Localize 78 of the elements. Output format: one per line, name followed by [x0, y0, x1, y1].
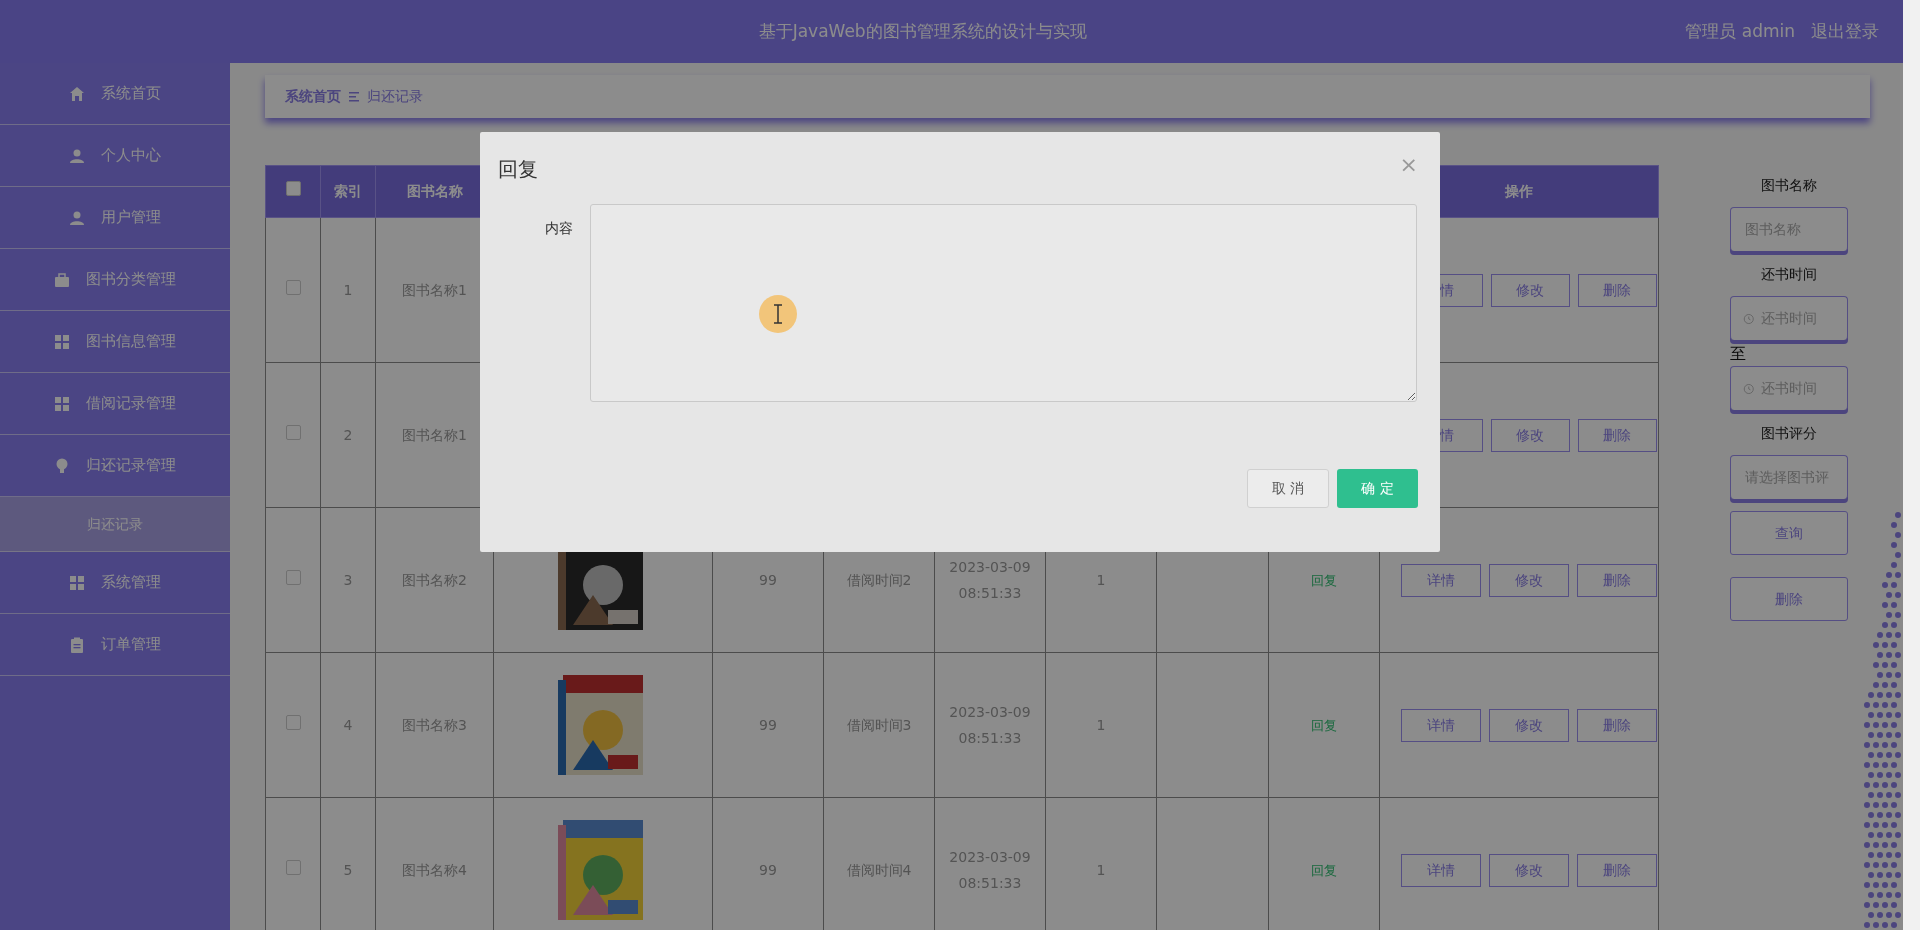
logout-link[interactable]: 退出登录: [1811, 18, 1879, 45]
sidebar-item[interactable]: 用户管理: [0, 187, 230, 249]
details-button[interactable]: 详情: [1401, 708, 1481, 742]
home-icon: [69, 85, 85, 102]
sidebar-item[interactable]: 个人中心: [0, 125, 230, 187]
table-cell-text: 2023-03-09 08:51:33: [948, 848, 1032, 893]
sidebar-item[interactable]: 系统管理: [0, 552, 230, 614]
clock-icon: [1743, 381, 1755, 396]
dialog-title: 回复: [498, 156, 538, 183]
table-cell: 99: [759, 716, 777, 733]
person-icon: [69, 147, 85, 164]
table-cell: 1: [1096, 716, 1106, 733]
grid-icon: [54, 333, 70, 350]
breadcrumb-item: 归还记录: [367, 87, 423, 106]
table-cell: 99: [759, 571, 777, 588]
column-header: 索引: [334, 183, 362, 199]
row-checkbox[interactable]: [285, 279, 301, 295]
field-label: 内容: [545, 219, 574, 238]
column-header: 图书名称: [406, 183, 463, 199]
user-label: 管理员 admin: [1685, 19, 1795, 43]
table-cell: 99: [759, 861, 777, 878]
edit-button[interactable]: 修改: [1490, 418, 1570, 452]
table-cell: 3: [343, 571, 353, 588]
table-cell: 1: [343, 281, 353, 298]
sidebar-item[interactable]: 图书信息管理: [0, 311, 230, 373]
reply-link[interactable]: 回复: [1311, 862, 1337, 878]
delete-button[interactable]: 删除: [1577, 418, 1657, 452]
lightbulb-icon: [54, 457, 70, 474]
sidebar-item[interactable]: 订单管理: [0, 614, 230, 676]
select-all-checkbox[interactable]: [285, 181, 301, 196]
reply-link[interactable]: 回复: [1311, 717, 1337, 733]
cursor-icon: [758, 294, 798, 334]
confirm-button[interactable]: 确 定: [1337, 469, 1418, 508]
delete-button[interactable]: 删除: [1577, 853, 1657, 887]
reply-link[interactable]: 回复: [1311, 572, 1337, 588]
sidebar-item[interactable]: 图书分类管理: [0, 249, 230, 311]
delete-button[interactable]: 删除: [1730, 577, 1848, 621]
app-title: 基于JavaWeb的图书管理系统的设计与实现: [757, 19, 1088, 43]
details-button[interactable]: 详情: [1401, 853, 1481, 887]
delete-button[interactable]: 删除: [1577, 273, 1657, 307]
briefcase-icon: [54, 271, 70, 288]
clipboard-icon: [69, 636, 85, 653]
edit-button[interactable]: 修改: [1489, 563, 1569, 597]
table-cell-text: 2023-03-09 08:51:33: [948, 703, 1032, 748]
person-icon: [69, 209, 85, 226]
row-checkbox[interactable]: [285, 714, 301, 730]
scrollbar[interactable]: [1903, 0, 1920, 930]
filter-label: 图书评分: [1760, 424, 1818, 443]
table-cell: 5: [343, 861, 353, 878]
column-header: 操作: [1505, 183, 1533, 199]
text-area[interactable]: [590, 204, 1417, 402]
edit-button[interactable]: 修改: [1489, 853, 1569, 887]
filter-label: 还书时间: [1760, 265, 1818, 284]
table-cell: 1: [1096, 861, 1106, 878]
table-cell: 2: [343, 426, 353, 443]
breadcrumb-item[interactable]: 系统首页: [285, 86, 341, 107]
close-button[interactable]: ×: [1395, 154, 1422, 176]
edit-button[interactable]: 修改: [1490, 273, 1570, 307]
filter-label: 图书名称: [1760, 176, 1818, 195]
details-button[interactable]: 详情: [1401, 563, 1481, 597]
grid-icon: [69, 574, 85, 591]
row-checkbox[interactable]: [285, 424, 301, 440]
cancel-button[interactable]: 取 消: [1247, 469, 1329, 508]
delete-button[interactable]: 删除: [1577, 563, 1657, 597]
grid-icon: [54, 395, 70, 412]
range-separator: 至: [1730, 343, 1746, 365]
table-cell: 1: [1096, 571, 1106, 588]
table-cell: 4: [343, 716, 353, 733]
search-button[interactable]: 查询: [1730, 511, 1848, 555]
clock-icon: [1743, 311, 1755, 326]
separator-icon: [349, 91, 359, 102]
delete-button[interactable]: 删除: [1577, 708, 1657, 742]
sidebar-item[interactable]: 借阅记录管理: [0, 373, 230, 435]
table-cell-text: 2023-03-09 08:51:33: [948, 558, 1032, 603]
row-checkbox[interactable]: [285, 569, 301, 585]
sidebar-item[interactable]: 系统首页: [0, 63, 230, 125]
row-checkbox[interactable]: [285, 859, 301, 875]
edit-button[interactable]: 修改: [1489, 708, 1569, 742]
